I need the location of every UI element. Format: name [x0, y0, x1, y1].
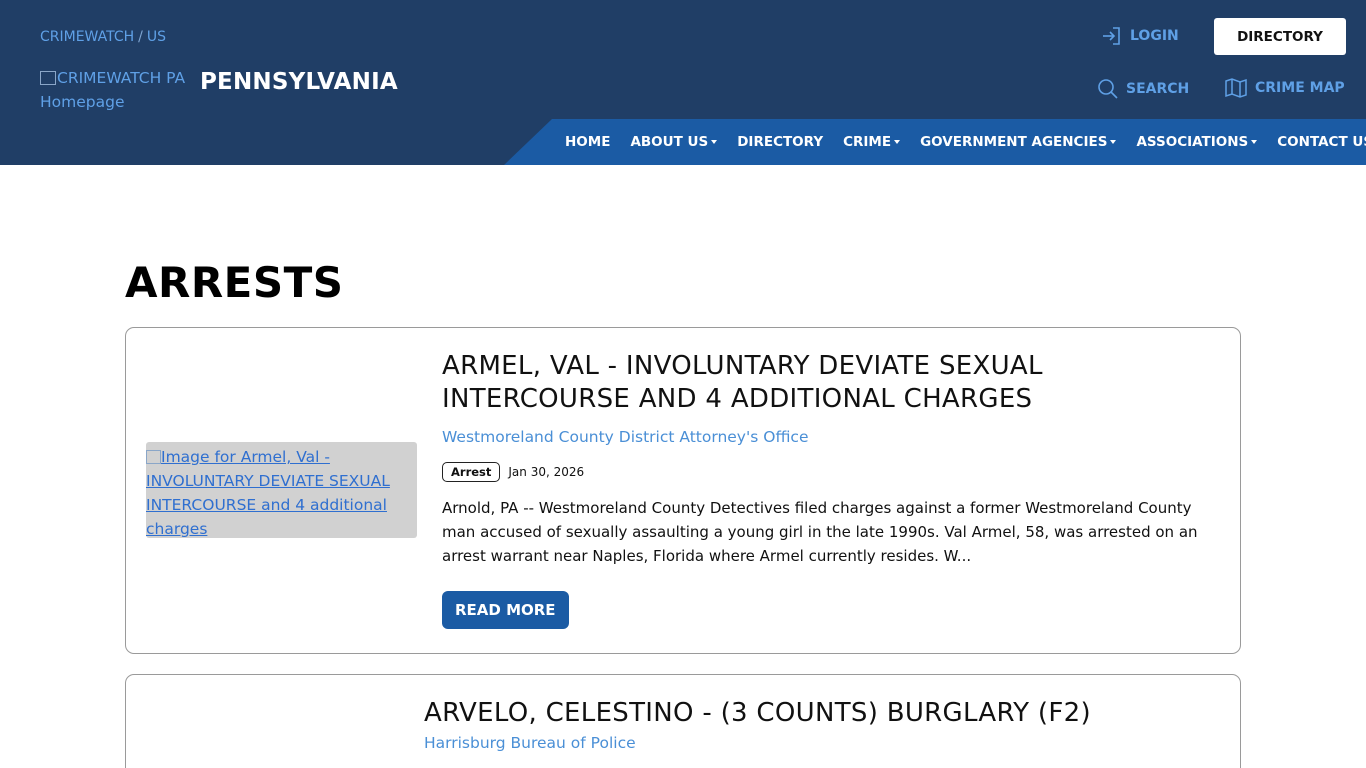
caret-down-icon	[1251, 140, 1258, 144]
arrest-card: Image for Armel, Val - INVOLUNTARY DEVIA…	[125, 327, 1241, 654]
site-logo-link[interactable]: CRIMEWATCH PA Homepage	[40, 66, 190, 114]
arrest-image-alt[interactable]: Image for Armel, Val - INVOLUNTARY DEVIA…	[146, 448, 390, 538]
category-badge: Arrest	[442, 462, 501, 482]
post-date: Jan 30, 2026	[508, 465, 585, 479]
caret-down-icon	[1110, 140, 1117, 144]
arrest-title[interactable]: ARMEL, VAL - INVOLUNTARY DEVIATE SEXUAL …	[442, 350, 1222, 416]
agency-link[interactable]: Harrisburg Bureau of Police	[424, 734, 1204, 752]
agency-link[interactable]: Westmoreland County District Attorney's …	[442, 428, 1222, 446]
nav-label: CONTACT US	[1277, 134, 1366, 150]
crime-map-label: CRIME MAP	[1255, 80, 1345, 96]
search-label: SEARCH	[1126, 80, 1190, 97]
breadcrumb-crimewatch[interactable]: CRIMEWATCH	[40, 29, 134, 45]
nav-label: ABOUT US	[630, 134, 709, 150]
nav-label: GOVERNMENT AGENCIES	[920, 134, 1108, 150]
login-icon	[1103, 27, 1120, 45]
read-more-button[interactable]: READ MORE	[442, 591, 569, 629]
arrest-excerpt: Arnold, PA -- Westmoreland County Detect…	[442, 499, 1198, 565]
crime-map-link[interactable]: CRIME MAP	[1225, 78, 1345, 98]
site-header: CRIMEWATCH / US CRIMEWATCH PA Homepage PEN…	[0, 0, 1366, 165]
logo-alt-text: CRIMEWATCH PA Homepage	[40, 69, 186, 111]
directory-button[interactable]: DIRECTORY	[1214, 18, 1346, 55]
nav-label: HOME	[565, 134, 611, 150]
state-title[interactable]: PENNSYLVANIA	[200, 69, 398, 95]
nav-label: DIRECTORY	[737, 134, 824, 150]
login-label: LOGIN	[1130, 28, 1179, 44]
broken-image-icon	[146, 450, 161, 464]
nav-associations[interactable]: ASSOCIATIONS	[1136, 134, 1258, 150]
nav-label: ASSOCIATIONS	[1136, 134, 1249, 150]
arrest-card: ARVELO, CELESTINO - (3 COUNTS) BURGLARY …	[125, 674, 1241, 768]
search-link[interactable]: SEARCH	[1097, 78, 1189, 99]
login-link[interactable]: LOGIN	[1101, 26, 1179, 46]
broken-image-icon	[40, 71, 56, 85]
caret-down-icon	[894, 140, 901, 144]
breadcrumb: CRIMEWATCH / US	[40, 29, 166, 45]
arrest-image[interactable]: Image for Armel, Val - INVOLUNTARY DEVIA…	[146, 442, 417, 538]
caret-down-icon	[711, 140, 718, 144]
nav-government-agencies[interactable]: GOVERNMENT AGENCIES	[920, 134, 1117, 150]
card-body: ARMEL, VAL - INVOLUNTARY DEVIATE SEXUAL …	[442, 350, 1222, 629]
nav-directory[interactable]: DIRECTORY	[737, 134, 823, 150]
nav-contact-us[interactable]: CONTACT US	[1277, 134, 1366, 150]
nav-label: CRIME	[843, 134, 892, 150]
breadcrumb-separator: /	[138, 29, 143, 45]
nav-home[interactable]: HOME	[565, 134, 610, 150]
page-title: ARRESTS	[125, 258, 344, 307]
arrest-title[interactable]: ARVELO, CELESTINO - (3 COUNTS) BURGLARY …	[424, 697, 1204, 730]
nav-crime[interactable]: CRIME	[843, 134, 901, 150]
map-icon	[1225, 78, 1247, 98]
search-icon	[1098, 79, 1118, 99]
card-body: ARVELO, CELESTINO - (3 COUNTS) BURGLARY …	[424, 697, 1204, 752]
card-meta: Arrest Jan 30, 2026	[442, 462, 1222, 482]
nav-about-us[interactable]: ABOUT US	[630, 134, 718, 150]
breadcrumb-us[interactable]: US	[147, 29, 166, 45]
main-nav: HOME ABOUT US DIRECTORY CRIME GOVERNMENT…	[565, 119, 1366, 165]
